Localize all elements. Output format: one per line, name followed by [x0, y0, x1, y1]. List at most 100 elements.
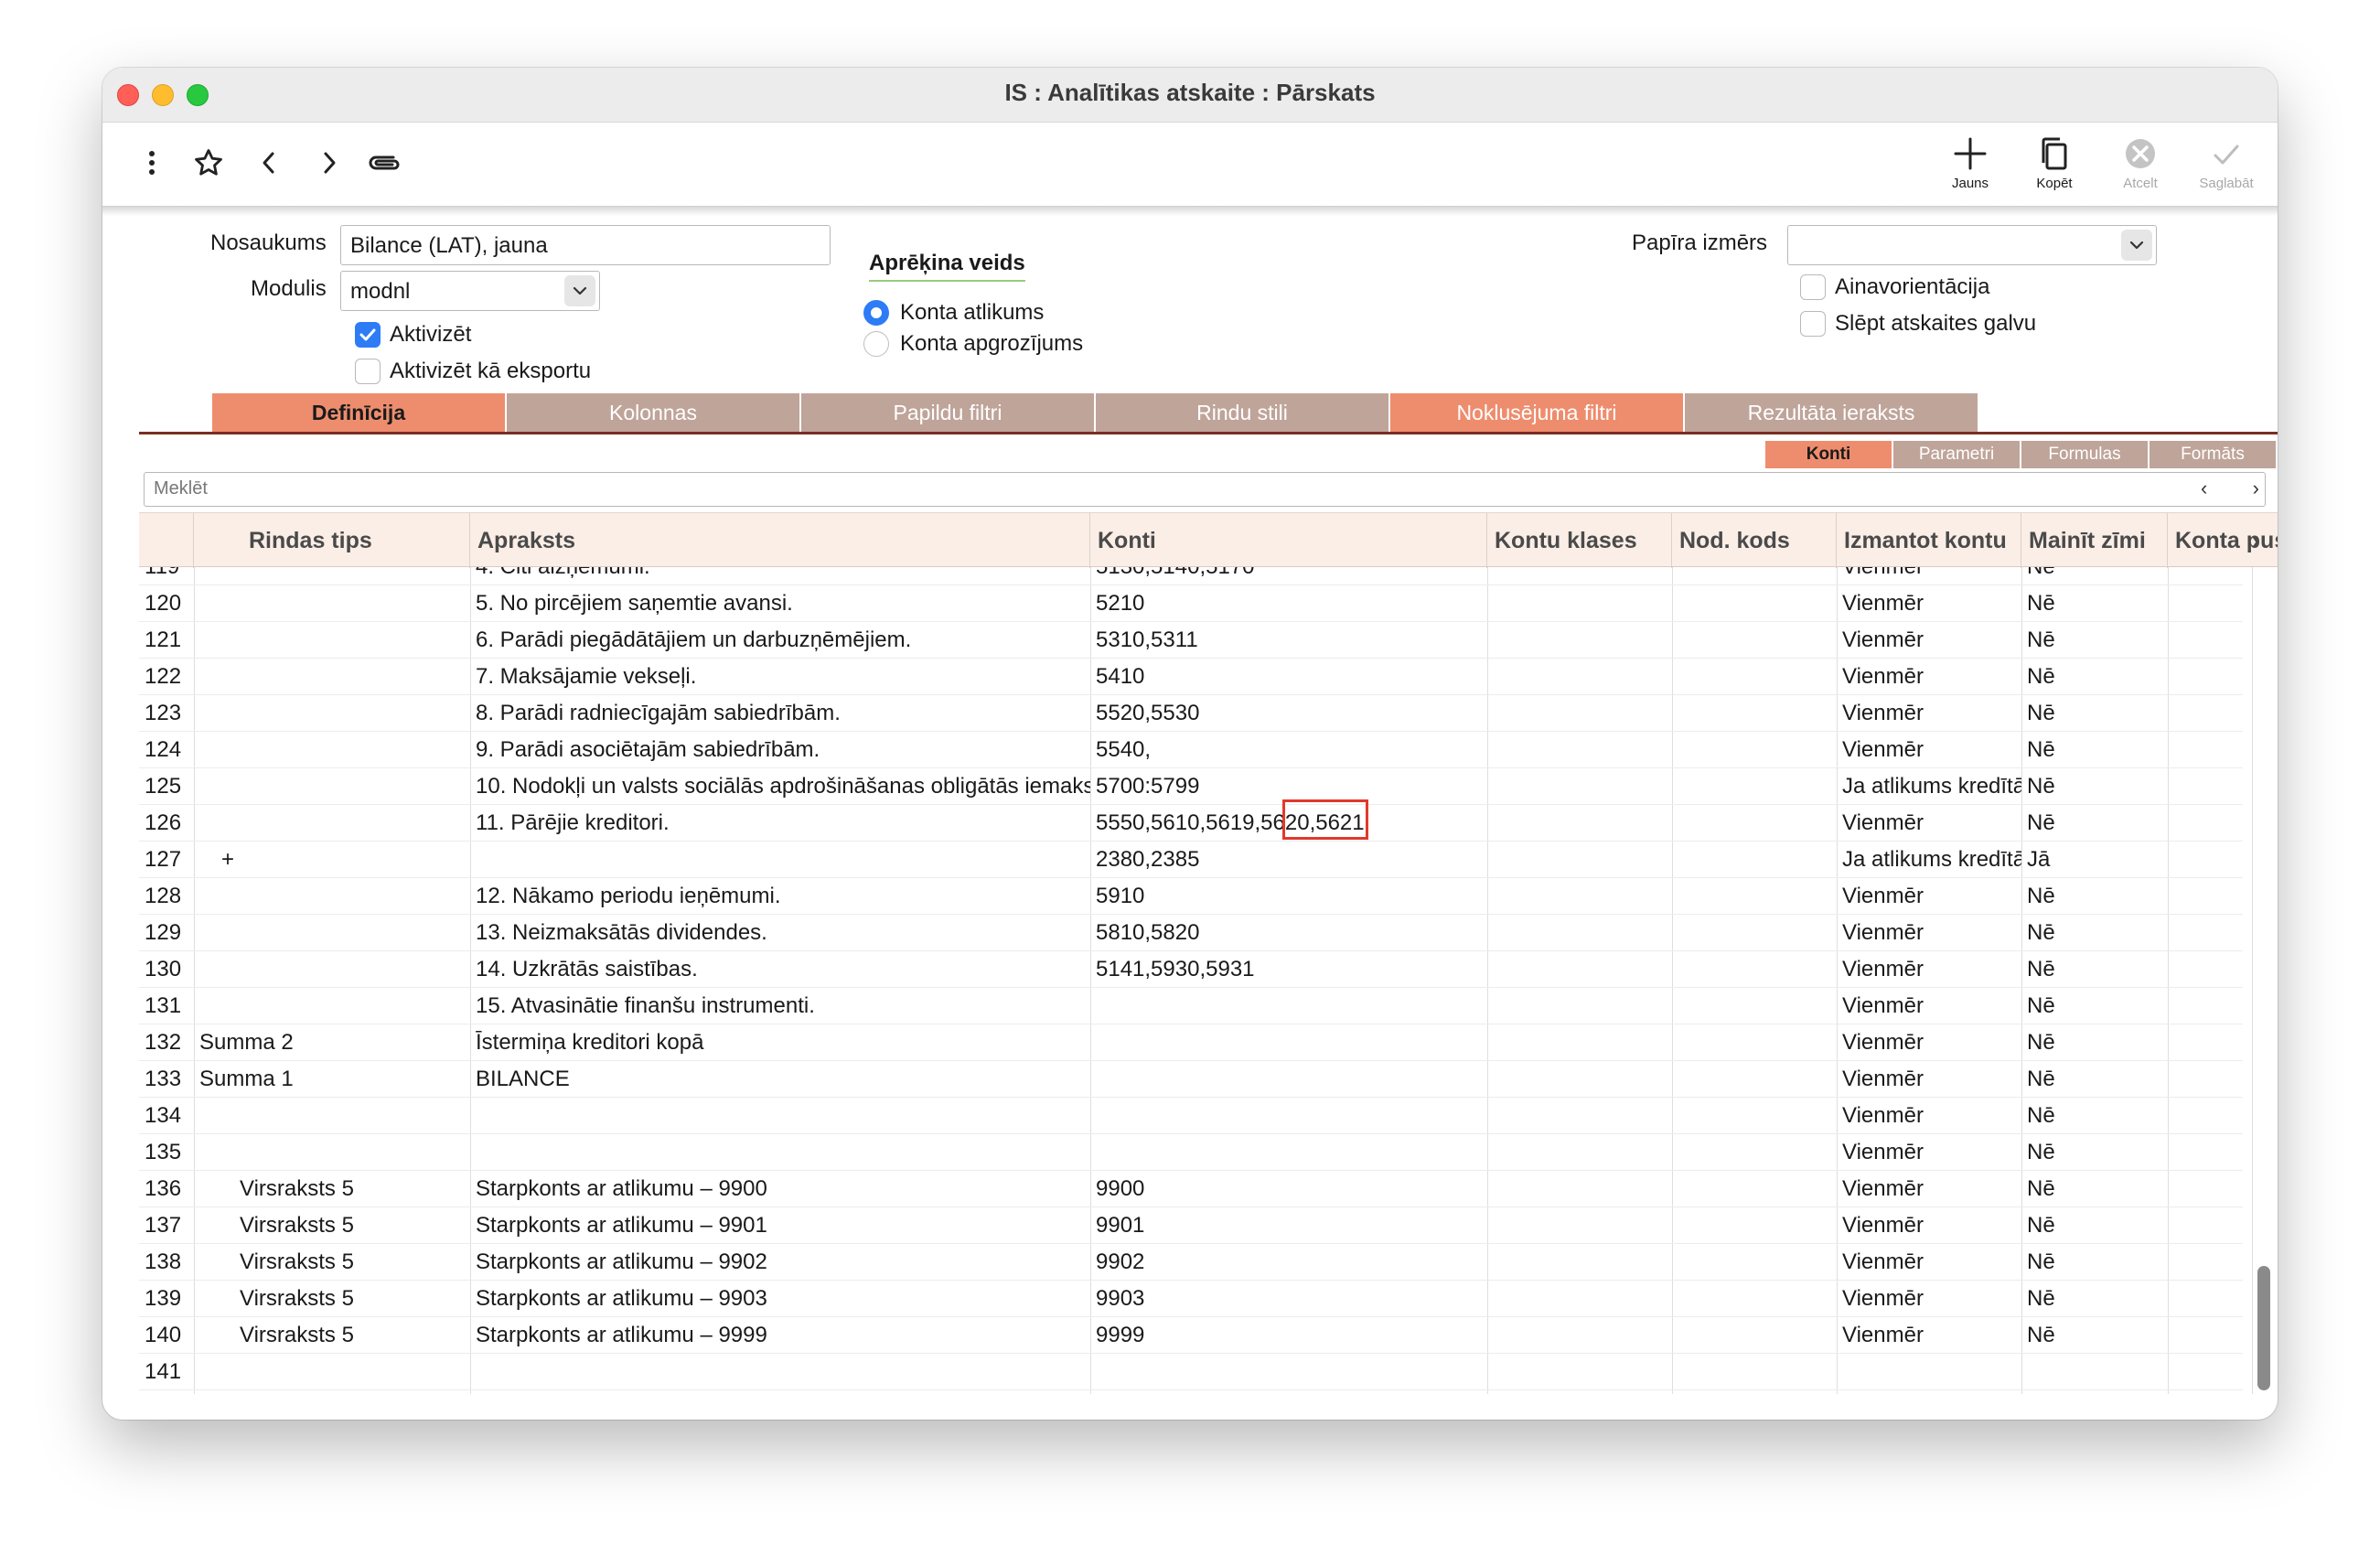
dept-code-cell[interactable] [1672, 878, 1837, 915]
cancel-button[interactable]: Atcelt [2104, 135, 2177, 201]
change-sign-cell[interactable]: Jā [2021, 842, 2168, 878]
row-type-cell[interactable] [194, 915, 470, 951]
save-button[interactable]: Saglabāt [2190, 135, 2263, 201]
dept-code-cell[interactable] [1672, 1098, 1837, 1134]
use-account-cell[interactable]: Vienmēr [1837, 1134, 2021, 1171]
row-type-cell[interactable]: Virsraksts 5 [194, 1207, 470, 1244]
row-type-cell[interactable] [194, 1098, 470, 1134]
accounts-cell[interactable]: 5141,5930,5931 [1090, 951, 1487, 988]
change-sign-cell[interactable]: Nē [2021, 1171, 2168, 1207]
dept-code-cell[interactable] [1672, 1244, 1837, 1281]
description-cell[interactable]: 9. Parādi asociētajām sabiedrībām. [470, 732, 1090, 768]
table-row[interactable]: 139 Virsraksts 5 Starpkonts ar atlikumu – … [139, 1281, 2243, 1317]
change-sign-cell[interactable]: Nē [2021, 585, 2168, 622]
table-row[interactable]: 132 Summa 2 Īstermiņa kreditori kopā Vienmē… [139, 1024, 2243, 1061]
calc-radio-turnover[interactable] [863, 331, 889, 357]
use-account-cell[interactable]: Vienmēr [1837, 659, 2021, 695]
account-classes-cell[interactable] [1487, 988, 1672, 1024]
description-cell[interactable]: BILANCE [470, 1061, 1090, 1098]
tab-result-record[interactable]: Rezultāta ieraksts [1685, 393, 1978, 432]
use-account-cell[interactable]: Vienmēr [1837, 805, 2021, 842]
change-sign-cell[interactable]: Nē [2021, 659, 2168, 695]
row-type-cell[interactable] [194, 567, 470, 585]
accounts-cell[interactable]: 5910 [1090, 878, 1487, 915]
accounts-cell[interactable]: 5310,5311 [1090, 622, 1487, 659]
accounts-cell[interactable]: 5130,5140,5170 [1090, 567, 1487, 585]
use-account-cell[interactable]: Vienmēr [1837, 1171, 2021, 1207]
description-cell[interactable]: 5. No pircējiem saņemtie avansi. [470, 585, 1090, 622]
header-use-account[interactable]: Izmantot kontu [1837, 513, 2021, 568]
change-sign-cell[interactable]: Nē [2021, 988, 2168, 1024]
dept-code-cell[interactable] [1672, 1134, 1837, 1171]
header-row-type[interactable]: Rindas tips [194, 513, 470, 568]
more-vertical-icon[interactable] [132, 143, 172, 183]
accounts-cell[interactable] [1090, 1134, 1487, 1171]
vertical-scrollbar[interactable] [2257, 1266, 2270, 1390]
accounts-cell[interactable]: 9901 [1090, 1207, 1487, 1244]
dept-code-cell[interactable] [1672, 1061, 1837, 1098]
search-input[interactable]: Meklēt ‹ › [144, 472, 2266, 507]
table-row[interactable]: 124 9. Parādi asociētajām sabiedrībām. 554… [139, 732, 2243, 768]
chevron-left-icon[interactable] [249, 143, 289, 183]
row-type-cell[interactable] [194, 585, 470, 622]
row-type-cell[interactable]: Virsraksts 5 [194, 1281, 470, 1317]
row-type-cell[interactable]: Virsraksts 5 [194, 1171, 470, 1207]
description-cell[interactable]: Starpkonts ar atlikumu – 9999 [470, 1317, 1090, 1354]
accounts-cell[interactable] [1090, 988, 1487, 1024]
account-classes-cell[interactable] [1487, 1207, 1672, 1244]
row-type-cell[interactable] [194, 805, 470, 842]
row-type-cell[interactable]: Summa 1 [194, 1061, 470, 1098]
row-type-cell[interactable]: Virsraksts 5 [194, 1244, 470, 1281]
dept-code-cell[interactable] [1672, 768, 1837, 805]
description-cell[interactable]: 14. Uzkrātās saistības. [470, 951, 1090, 988]
change-sign-cell[interactable]: Nē [2021, 1061, 2168, 1098]
dept-code-cell[interactable] [1672, 567, 1837, 585]
dept-code-cell[interactable] [1672, 732, 1837, 768]
description-cell[interactable]: 8. Parādi radniecīgajām sabiedrībām. [470, 695, 1090, 732]
name-field[interactable]: Bilance (LAT), jauna [340, 225, 831, 265]
change-sign-cell[interactable]: Nē [2021, 805, 2168, 842]
landscape-checkbox[interactable] [1800, 274, 1826, 300]
change-sign-cell[interactable]: Nē [2021, 695, 2168, 732]
accounts-cell[interactable] [1090, 1354, 1487, 1390]
dept-code-cell[interactable] [1672, 1354, 1837, 1390]
change-sign-cell[interactable]: Nē [2021, 915, 2168, 951]
account-classes-cell[interactable] [1487, 1281, 1672, 1317]
row-type-cell[interactable] [194, 988, 470, 1024]
description-cell[interactable]: 12. Nākamo periodu ieņēmumi. [470, 878, 1090, 915]
use-account-cell[interactable]: Vienmēr [1837, 567, 2021, 585]
change-sign-cell[interactable]: Nē [2021, 1281, 2168, 1317]
account-classes-cell[interactable] [1487, 1354, 1672, 1390]
use-account-cell[interactable]: Vienmēr [1837, 1024, 2021, 1061]
use-account-cell[interactable]: Vienmēr [1837, 732, 2021, 768]
dept-code-cell[interactable] [1672, 1024, 1837, 1061]
change-sign-cell[interactable]: Nē [2021, 567, 2168, 585]
change-sign-cell[interactable]: Nē [2021, 951, 2168, 988]
description-cell[interactable]: 15. Atvasinātie finanšu instrumenti. [470, 988, 1090, 1024]
row-type-cell[interactable] [194, 1134, 470, 1171]
account-classes-cell[interactable] [1487, 1098, 1672, 1134]
description-cell[interactable]: 4. Citi aizņēmumi. [470, 567, 1090, 585]
table-row[interactable]: 134 Vienmēr Nē [139, 1098, 2243, 1134]
change-sign-cell[interactable]: Nē [2021, 1134, 2168, 1171]
accounts-cell[interactable]: 9900 [1090, 1171, 1487, 1207]
row-type-cell[interactable] [194, 695, 470, 732]
row-type-cell[interactable] [194, 951, 470, 988]
tab-extra-filters[interactable]: Papildu filtri [801, 393, 1094, 432]
account-classes-cell[interactable] [1487, 695, 1672, 732]
description-cell[interactable]: 11. Pārējie kreditori. [470, 805, 1090, 842]
row-type-cell[interactable] [194, 1354, 470, 1390]
use-account-cell[interactable]: Vienmēr [1837, 622, 2021, 659]
dept-code-cell[interactable] [1672, 659, 1837, 695]
row-type-cell[interactable] [194, 622, 470, 659]
change-sign-cell[interactable] [2021, 1354, 2168, 1390]
table-row[interactable]: 141 [139, 1354, 2243, 1390]
use-account-cell[interactable]: Vienmēr [1837, 1317, 2021, 1354]
description-cell[interactable] [470, 842, 1090, 878]
use-account-cell[interactable]: Vienmēr [1837, 988, 2021, 1024]
account-classes-cell[interactable] [1487, 622, 1672, 659]
account-classes-cell[interactable] [1487, 842, 1672, 878]
chevron-right-icon[interactable] [309, 143, 349, 183]
table-row[interactable]: 135 Vienmēr Nē [139, 1134, 2243, 1171]
dept-code-cell[interactable] [1672, 988, 1837, 1024]
